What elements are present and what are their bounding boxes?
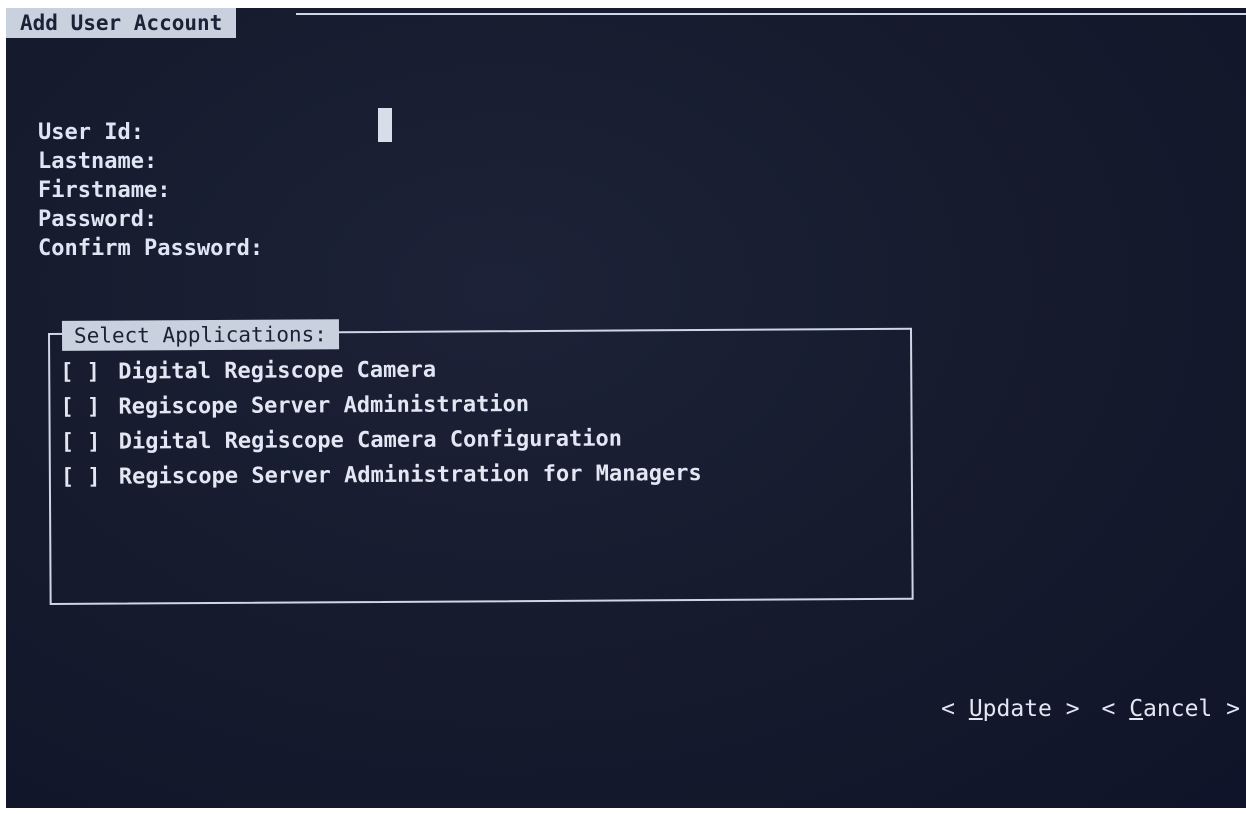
firstname-field[interactable]: Firstname: xyxy=(38,176,263,205)
window-title: Add User Account xyxy=(6,8,237,38)
user-form: User Id: Lastname: Firstname: Password: … xyxy=(38,118,263,263)
button-bar: < Update > < Cancel > xyxy=(933,696,1240,722)
confirm-password-label: Confirm Password: xyxy=(38,236,264,261)
update-label-rest: pdate xyxy=(982,696,1052,722)
update-hotkey: U xyxy=(968,696,983,722)
cancel-right-bracket: > xyxy=(1212,696,1240,722)
app-item-camera-configuration[interactable]: [ ] Digital Regiscope Camera Configuratio… xyxy=(61,421,702,460)
app-item-regiscope-server-administration[interactable]: [ ] Regiscope Server Administration xyxy=(60,386,701,425)
password-label: Password: xyxy=(38,207,158,232)
checkbox[interactable]: [ ] xyxy=(61,460,119,495)
app-item-label: Regiscope Server Administration xyxy=(118,392,530,420)
update-left-bracket: < xyxy=(941,696,969,722)
lastname-field[interactable]: Lastname: xyxy=(38,147,263,176)
app-item-server-admin-managers[interactable]: [ ] Regiscope Server Administration for M… xyxy=(61,456,702,495)
confirm-password-field[interactable]: Confirm Password: xyxy=(38,234,263,263)
applications-box: Select Applications: [ ] Digital Regiscop… xyxy=(48,319,914,605)
user-id-label: User Id: xyxy=(38,120,144,145)
terminal-screen: Add User Account User Id: Lastname: Firs… xyxy=(6,8,1246,808)
applications-title: Select Applications: xyxy=(61,319,339,351)
text-cursor xyxy=(378,108,392,142)
checkbox[interactable]: [ ] xyxy=(60,390,118,425)
app-item-label: Regiscope Server Administration for Mana… xyxy=(118,461,702,490)
update-button[interactable]: < Update > xyxy=(941,696,1080,722)
user-id-field[interactable]: User Id: xyxy=(38,118,263,147)
update-right-bracket: > xyxy=(1051,696,1080,722)
cancel-label-rest: ancel xyxy=(1143,696,1213,722)
window-frame-line xyxy=(296,13,1246,15)
firstname-label: Firstname: xyxy=(38,178,171,203)
password-field[interactable]: Password: xyxy=(38,205,263,234)
applications-list: [ ] Digital Regiscope Camera [ ] Regiscope… xyxy=(60,351,702,495)
app-item-digital-regiscope-camera[interactable]: [ ] Digital Regiscope Camera xyxy=(60,351,701,390)
lastname-label: Lastname: xyxy=(38,149,158,174)
app-item-label: Digital Regiscope Camera xyxy=(118,357,437,385)
cancel-left-bracket: < xyxy=(1101,696,1130,722)
cancel-button[interactable]: < Cancel > xyxy=(1101,696,1240,722)
app-item-label: Digital Regiscope Camera Configuration xyxy=(118,426,623,455)
checkbox[interactable]: [ ] xyxy=(61,425,119,460)
checkbox[interactable]: [ ] xyxy=(60,355,118,390)
cancel-hotkey: C xyxy=(1129,696,1144,722)
